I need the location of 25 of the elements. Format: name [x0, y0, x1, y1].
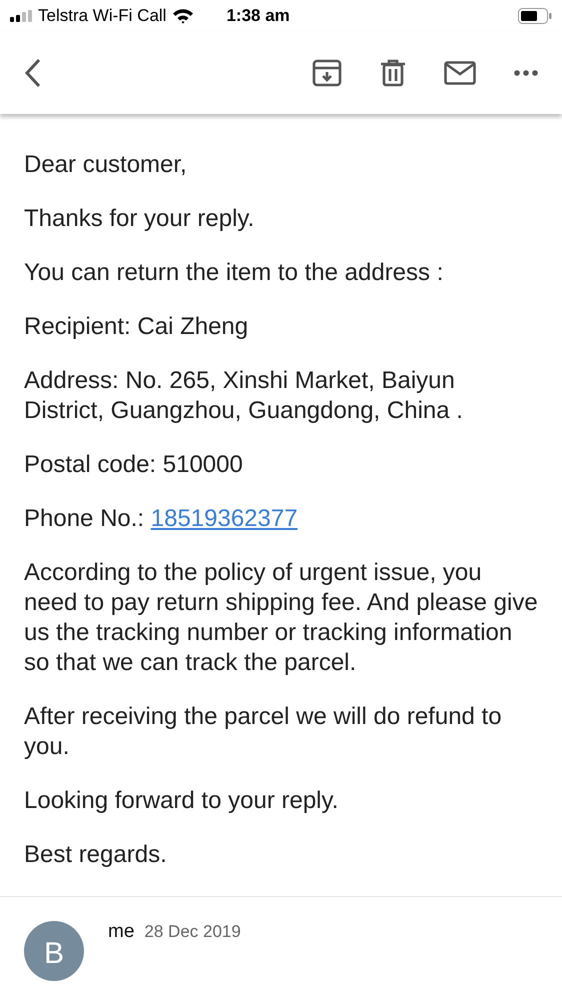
message-date: 28 Dec 2019	[144, 922, 241, 942]
sender-name: me	[108, 921, 134, 943]
clock-time: 1:38 am	[226, 6, 290, 26]
message-paragraph: Dear customer,	[24, 150, 188, 180]
signal-icon	[10, 10, 32, 22]
message-paragraph: Address: No. 265, Xinshi Market, Baiyun District, Guangzhou, Guangdong, China .	[24, 366, 464, 426]
message-paragraph: Thanks for your reply.	[24, 204, 256, 234]
message-paragraph: According to the policy of urgent issue, you need to pay return shipping fee. And please give us the tracking number or tracking information so that we can track the parcel.	[24, 558, 539, 678]
message-paragraph: You can return the item to the address :	[24, 258, 444, 288]
message-paragraph: Looking forward to your reply.	[24, 786, 340, 816]
back-icon[interactable]	[24, 58, 42, 88]
archive-icon[interactable]	[312, 59, 342, 87]
message-paragraph: After receiving the parcel we will do refund to you.	[24, 702, 503, 762]
message-paragraph: Recipient: Cai Zheng	[24, 312, 250, 342]
avatar: B	[24, 921, 84, 981]
phone-link[interactable]: 18519362377	[150, 505, 298, 532]
delete-icon[interactable]	[380, 59, 406, 87]
message-paragraph: Postal code: 510000	[24, 450, 244, 480]
mail-icon[interactable]	[444, 61, 476, 85]
message-paragraph: Phone No.: 18519362377	[24, 504, 299, 534]
carrier-name: Telstra Wi-Fi Call	[38, 6, 166, 26]
battery-icon	[518, 8, 552, 24]
message-paragraph: Best regards.	[24, 840, 168, 870]
wifi-icon	[172, 8, 194, 24]
more-icon[interactable]	[514, 70, 538, 76]
